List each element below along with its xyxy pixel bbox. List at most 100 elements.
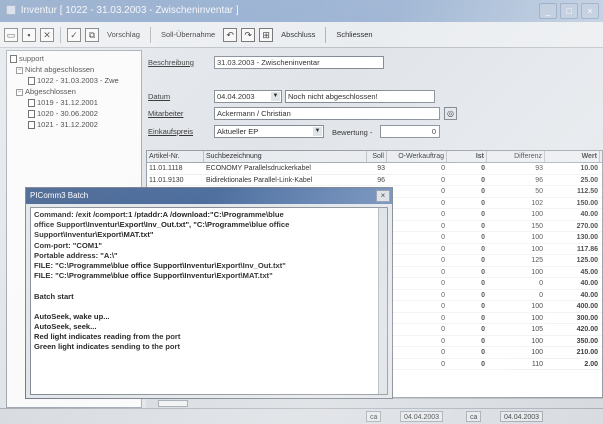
redo-icon[interactable]: ↷	[241, 27, 256, 42]
dialog-title: PIComm3 Batch	[30, 191, 89, 200]
cell-art: 11.01.1118	[149, 165, 183, 172]
log-line: FILE: "C:\Programme\blue office Support\…	[34, 260, 286, 270]
cell-diff: 110	[531, 360, 543, 368]
cell-diff: 93	[535, 165, 543, 172]
tree-item[interactable]: 1019 - 31.12.2001	[10, 97, 138, 108]
status-user-1: ca	[366, 411, 382, 422]
grid-horizontal-scrollbar[interactable]	[146, 398, 603, 408]
tree-group-open[interactable]: − Nicht abgeschlossen	[10, 64, 138, 75]
soll-uebernahme-button[interactable]: Soll-Übernahme	[157, 30, 219, 39]
cell-wert: 210.00	[576, 349, 598, 356]
cell-wert: 350.00	[576, 337, 598, 345]
maximize-button[interactable]: □	[560, 3, 578, 19]
header-o-werkauftrag[interactable]: O-Werkauftrag	[387, 151, 447, 162]
bewertung-label: Bewertung -	[332, 128, 373, 137]
binoculars-icon[interactable]: ◎	[444, 107, 457, 120]
tree-item[interactable]: 1022 - 31.03.2003 - Zwe	[10, 75, 138, 86]
tree-group-closed[interactable]: − Abgeschlossen	[10, 86, 138, 97]
cell-owerk: 0	[441, 245, 445, 253]
scroll-thumb[interactable]	[158, 400, 188, 407]
dialog-titlebar[interactable]: PIComm3 Batch ×	[26, 188, 392, 204]
cell-owerk: 0	[441, 234, 445, 241]
cell-name: ECONOMY Parallelsdruckerkabel	[206, 165, 311, 172]
status-field: Noch nicht abgeschlossen!	[285, 90, 435, 103]
cell-owerk: 0	[441, 222, 445, 230]
header-differenz[interactable]: Differenz	[487, 151, 545, 162]
schliessen-button[interactable]: Schliessen	[332, 30, 376, 39]
dialog-vertical-scrollbar[interactable]	[378, 208, 387, 394]
cell-owerk: 0	[441, 337, 445, 345]
cell-owerk: 0	[441, 268, 445, 276]
bewertung-field[interactable]: 0	[380, 125, 440, 138]
cell-owerk: 0	[441, 326, 445, 333]
log-line: office Support\Inventur\Export\Inv_Out.t…	[34, 220, 290, 230]
export-icon[interactable]: ⊞	[259, 27, 274, 42]
cell-wert: 117.86	[576, 245, 598, 253]
log-line: Green light indicates sending to the por…	[34, 342, 180, 352]
cell-diff: 100	[531, 234, 543, 241]
app-icon	[6, 5, 16, 16]
toolbar-separator	[149, 26, 151, 43]
vorschlag-button[interactable]: Vorschlag	[103, 30, 144, 39]
tree-item[interactable]: 1020 - 30.06.2002	[10, 108, 138, 119]
cell-diff: 100	[531, 268, 543, 276]
copy-icon[interactable]: ⧉	[85, 27, 99, 42]
mitarbeiter-field[interactable]: Ackermann / Christian	[214, 107, 440, 120]
cell-wert: 125.00	[576, 257, 598, 264]
cell-ist: 0	[481, 176, 485, 184]
suggest-icon[interactable]: ✓	[67, 27, 81, 42]
cell-wert: 40.00	[580, 280, 598, 287]
document-icon	[28, 110, 35, 119]
toolbar-separator	[325, 26, 327, 43]
header-wert[interactable]: Wert	[545, 151, 600, 162]
cell-diff: 100	[531, 349, 543, 356]
cell-owerk: 0	[441, 211, 445, 218]
tree-item[interactable]: 1021 - 31.12.2002	[10, 119, 138, 130]
cell-diff: 102	[531, 199, 543, 207]
einkaufspreis-value: Aktueller EP	[217, 127, 259, 136]
cell-ist: 0	[481, 245, 485, 253]
minimize-button[interactable]: _	[539, 3, 557, 19]
header-artikel-nr[interactable]: Artikel-Nr.	[147, 151, 204, 162]
mitarbeiter-label: Mitarbeiter	[148, 109, 184, 118]
einkaufspreis-select[interactable]: Aktueller EP ▼	[214, 125, 324, 138]
cell-owerk: 0	[441, 188, 445, 195]
cell-wert: 300.00	[576, 314, 598, 322]
cell-diff: 96	[535, 176, 543, 184]
document-icon	[28, 121, 35, 130]
cell-ist: 0	[481, 291, 485, 299]
header-suchbezeichnung[interactable]: Suchbezeichnung	[204, 151, 367, 162]
cell-ist: 0	[481, 303, 485, 310]
datum-field[interactable]: 04.04.2003 ▼	[214, 90, 282, 103]
cell-wert: 270.00	[576, 222, 598, 230]
cell-diff: 50	[535, 188, 543, 195]
table-row[interactable]: 11.01.1118 ECONOMY Parallelsdruckerkabel 9…	[147, 163, 602, 175]
tree-root[interactable]: support	[10, 53, 138, 64]
dropdown-arrow-icon[interactable]: ▼	[271, 92, 280, 101]
save-icon[interactable]: ▪	[22, 27, 36, 42]
collapse-icon[interactable]: −	[16, 88, 23, 96]
log-lines: Command: /exit /comport:1 /ptaddr:A /dow…	[34, 210, 384, 353]
cell-wert: 40.00	[580, 291, 598, 299]
new-document-icon[interactable]: ▭	[4, 27, 18, 42]
delete-icon[interactable]: ✕	[40, 27, 54, 42]
picomm-batch-dialog: PIComm3 Batch × Command: /exit /comport:…	[25, 187, 393, 399]
abschluss-button[interactable]: Abschluss	[277, 30, 319, 39]
beschreibung-field[interactable]: 31.03.2003 - Zwischeninventar	[214, 56, 384, 69]
window-titlebar[interactable]: Inventur [ 1022 - 31.03.2003 - Zwischeni…	[0, 0, 603, 22]
cell-owerk: 0	[441, 176, 445, 184]
table-row[interactable]: 11.01.9130 Bidirektionales Parallel-Link-…	[147, 175, 602, 186]
cell-owerk: 0	[441, 257, 445, 264]
dialog-close-button[interactable]: ×	[376, 190, 390, 202]
header-ist[interactable]: Ist	[447, 151, 487, 162]
cell-soll: 96	[377, 176, 385, 184]
document-icon	[28, 77, 35, 86]
header-soll[interactable]: Soll	[367, 151, 387, 162]
undo-icon[interactable]: ↶	[223, 27, 238, 42]
cell-ist: 0	[481, 234, 485, 241]
dropdown-arrow-icon[interactable]: ▼	[313, 127, 322, 136]
collapse-icon[interactable]: −	[16, 66, 23, 74]
close-button[interactable]: ×	[581, 3, 599, 19]
cell-wert: 2.00	[584, 360, 598, 368]
